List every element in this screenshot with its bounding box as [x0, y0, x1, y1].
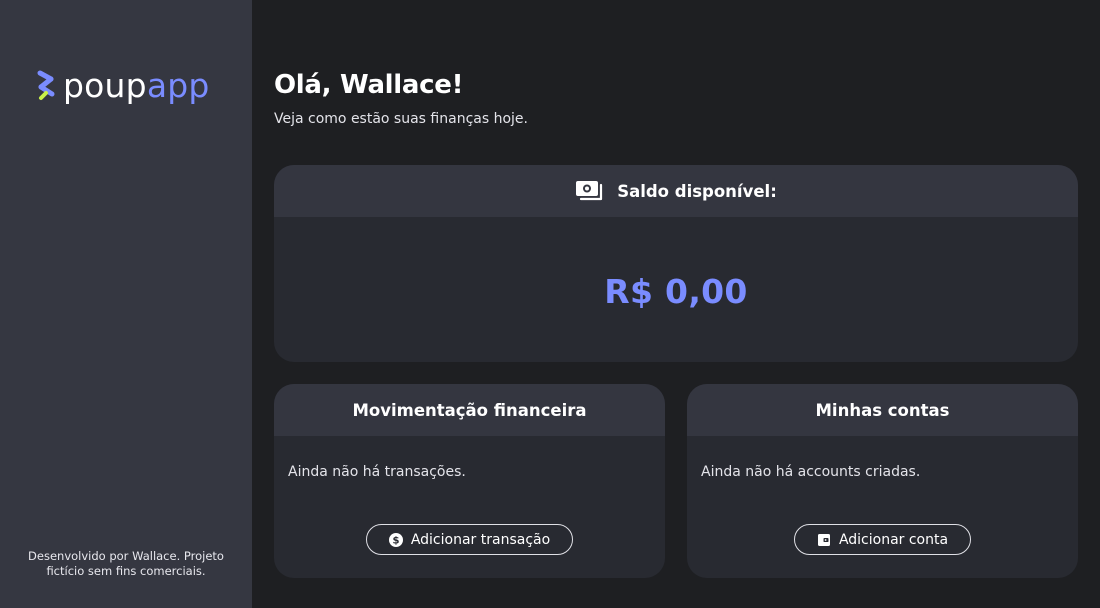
transactions-card-title: Movimentação financeira — [352, 400, 587, 420]
dollar-circle-icon: $ — [388, 532, 403, 547]
add-transaction-label: Adicionar transação — [410, 531, 551, 548]
transactions-card-header: Movimentação financeira — [274, 384, 665, 436]
app-logo[interactable]: poup app — [35, 67, 210, 103]
accounts-empty-text: Ainda não há accounts criadas. — [701, 464, 921, 480]
add-account-button[interactable]: Adicionar conta — [794, 524, 971, 555]
logo-mark-icon — [37, 70, 55, 100]
balance-value: R$ 0,00 — [604, 272, 748, 311]
app-root: poup app Desenvolvido por Wallace. Projet… — [0, 0, 1100, 608]
balance-card: Saldo disponível: R$ 0,00 — [274, 165, 1078, 362]
accounts-card: Minhas contas Ainda não há accounts cria… — [687, 384, 1078, 578]
logo-text-accent: app — [146, 65, 210, 105]
logo-text-primary: poup — [63, 65, 147, 105]
cash-icon — [576, 181, 603, 201]
balance-card-title: Saldo disponível: — [617, 181, 777, 201]
main-content: Olá, Wallace! Veja como estão suas finan… — [252, 0, 1100, 608]
transactions-card: Movimentação financeira Ainda não há tra… — [274, 384, 665, 578]
wallet-icon — [817, 533, 830, 546]
accounts-card-header: Minhas contas — [687, 384, 1078, 436]
transactions-empty-text: Ainda não há transações. — [288, 464, 466, 480]
accounts-card-title: Minhas contas — [815, 400, 950, 420]
add-account-label: Adicionar conta — [838, 531, 949, 548]
sidebar-footer-text: Desenvolvido por Wallace. Projeto fictíc… — [28, 549, 224, 578]
add-transaction-button[interactable]: $ Adicionar transação — [366, 524, 573, 555]
page-greeting: Olá, Wallace! — [274, 70, 464, 100]
sidebar: poup app Desenvolvido por Wallace. Projet… — [0, 0, 252, 608]
svg-text:$: $ — [392, 535, 399, 546]
page-subtitle: Veja como estão suas finanças hoje. — [274, 111, 528, 127]
balance-card-header: Saldo disponível: — [274, 165, 1078, 217]
logo-wordmark: poup app — [63, 69, 210, 102]
